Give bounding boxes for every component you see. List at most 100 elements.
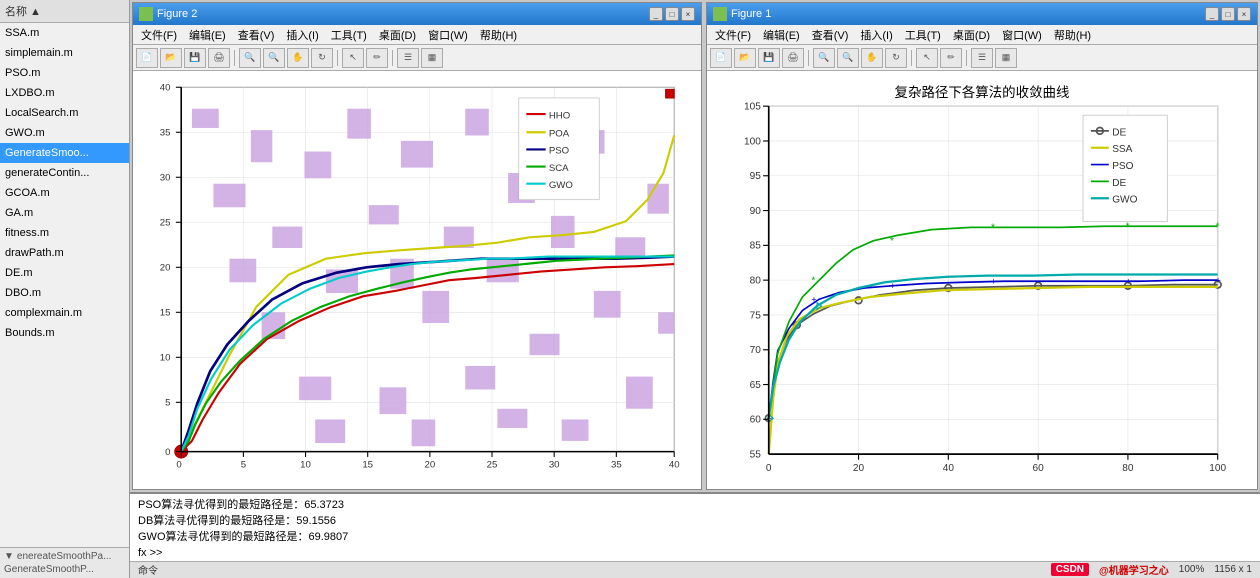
f1-toolbar-zoomin-btn[interactable]: 🔍 bbox=[813, 48, 835, 68]
svg-text:100: 100 bbox=[1209, 463, 1226, 474]
figure2-menu-insert[interactable]: 插入(I) bbox=[282, 26, 322, 44]
figure2-minimize-btn[interactable]: _ bbox=[649, 7, 663, 21]
f1-toolbar-legend-btn[interactable]: ☰ bbox=[971, 48, 993, 68]
toolbar-zoomout-btn[interactable]: 🔍 bbox=[263, 48, 285, 68]
figure2-menu-edit[interactable]: 编辑(E) bbox=[185, 26, 230, 44]
sidebar-item[interactable]: fitness.m bbox=[0, 223, 129, 243]
sidebar-footer-row1[interactable]: ▼ enereateSmoothPa... bbox=[4, 550, 125, 563]
figure1-menu-view[interactable]: 查看(V) bbox=[808, 26, 853, 44]
svg-text:SCA: SCA bbox=[549, 163, 569, 174]
figure1-menu-help[interactable]: 帮助(H) bbox=[1050, 26, 1095, 44]
f1-toolbar-open-btn[interactable]: 📂 bbox=[734, 48, 756, 68]
figure2-menu-tools[interactable]: 工具(T) bbox=[327, 26, 371, 44]
figure1-titlebar: Figure 1 _ □ × bbox=[707, 3, 1257, 25]
figure1-menu-desktop[interactable]: 桌面(D) bbox=[949, 26, 994, 44]
toolbar-print-btn[interactable]: 🖨 bbox=[208, 48, 230, 68]
figure1-minimize-btn[interactable]: _ bbox=[1205, 7, 1219, 21]
svg-text:25: 25 bbox=[487, 460, 498, 471]
svg-text:GWO: GWO bbox=[549, 180, 574, 191]
figure1-menu-insert[interactable]: 插入(I) bbox=[856, 26, 896, 44]
toolbar-pan-btn[interactable]: ✋ bbox=[287, 48, 309, 68]
f1-toolbar-brush-btn[interactable]: ✏ bbox=[940, 48, 962, 68]
figure1-svg: 复杂路径下各算法的收敛曲线 bbox=[707, 71, 1257, 489]
figure1-plot: 复杂路径下各算法的收敛曲线 bbox=[707, 71, 1257, 489]
figure2-menu-view[interactable]: 查看(V) bbox=[234, 26, 279, 44]
toolbar-open-btn[interactable]: 📂 bbox=[160, 48, 182, 68]
svg-text:*: * bbox=[1215, 222, 1219, 233]
status-bar: 命令 CSDN @机器学习之心 100% 1156 x 1 bbox=[130, 561, 1260, 578]
figure2-menu-file[interactable]: 文件(F) bbox=[137, 26, 181, 44]
sidebar-item[interactable]: DE.m bbox=[0, 263, 129, 283]
svg-text:10: 10 bbox=[160, 353, 171, 364]
sidebar-item[interactable]: GCOA.m bbox=[0, 183, 129, 203]
toolbar-sep3 bbox=[392, 50, 393, 66]
figure1-menu-window[interactable]: 窗口(W) bbox=[998, 26, 1046, 44]
toolbar-zoomin-btn[interactable]: 🔍 bbox=[239, 48, 261, 68]
f1-toolbar-pan-btn[interactable]: ✋ bbox=[861, 48, 883, 68]
sidebar-item[interactable]: DBO.m bbox=[0, 283, 129, 303]
toolbar-rotate-btn[interactable]: ↻ bbox=[311, 48, 333, 68]
svg-text:GWO: GWO bbox=[1112, 195, 1137, 206]
sidebar-item[interactable]: complexmain.m bbox=[0, 303, 129, 323]
toolbar-save-btn[interactable]: 💾 bbox=[184, 48, 206, 68]
figure2-close-btn[interactable]: × bbox=[681, 7, 695, 21]
sidebar-header: 名称 ▲ bbox=[0, 0, 129, 23]
svg-text:DE: DE bbox=[1112, 127, 1126, 138]
f1-toolbar-rotate-btn[interactable]: ↻ bbox=[885, 48, 907, 68]
svg-text:5: 5 bbox=[165, 398, 170, 409]
console-prompt[interactable]: fx >> bbox=[138, 547, 1252, 559]
svg-text:+: + bbox=[1215, 276, 1220, 286]
f1-toolbar-zoomout-btn[interactable]: 🔍 bbox=[837, 48, 859, 68]
f1-toolbar-cursor-btn[interactable]: ↖ bbox=[916, 48, 938, 68]
figure1-menu-tools[interactable]: 工具(T) bbox=[901, 26, 945, 44]
sidebar-item[interactable]: Bounds.m bbox=[0, 323, 129, 343]
f1-toolbar-colorbar-btn[interactable]: ▦ bbox=[995, 48, 1017, 68]
sidebar-item[interactable]: SSA.m bbox=[0, 23, 129, 43]
sidebar-footer-label1: enereateSmoothPa... bbox=[17, 551, 112, 562]
figure2-menu-window[interactable]: 窗口(W) bbox=[424, 26, 472, 44]
figure1-menu-edit[interactable]: 编辑(E) bbox=[759, 26, 804, 44]
csdn-label: @机器学习之心 bbox=[1099, 562, 1169, 577]
sidebar-item[interactable]: simplemain.m bbox=[0, 43, 129, 63]
svg-text:100: 100 bbox=[744, 136, 761, 147]
toolbar-brush-btn[interactable]: ✏ bbox=[366, 48, 388, 68]
toolbar-sep1 bbox=[234, 50, 235, 66]
figure2-menu-desktop[interactable]: 桌面(D) bbox=[375, 26, 420, 44]
figure2-maximize-btn[interactable]: □ bbox=[665, 7, 679, 21]
sidebar-footer-row2[interactable]: GenerateSmoothP... bbox=[4, 563, 125, 576]
figure2-menu-help[interactable]: 帮助(H) bbox=[476, 26, 521, 44]
figure2-plot: 0 5 10 15 20 25 30 35 40 bbox=[133, 71, 701, 489]
sidebar-item[interactable]: drawPath.m bbox=[0, 243, 129, 263]
sidebar-item[interactable]: generateContin... bbox=[0, 163, 129, 183]
f1-toolbar-new-btn[interactable]: 📄 bbox=[710, 48, 732, 68]
svg-text:65: 65 bbox=[750, 380, 762, 391]
toolbar-colorbar-btn[interactable]: ▦ bbox=[421, 48, 443, 68]
toolbar-cursor-btn[interactable]: ↖ bbox=[342, 48, 364, 68]
f1-toolbar-save-btn[interactable]: 💾 bbox=[758, 48, 780, 68]
figure1-title-left: Figure 1 bbox=[713, 7, 771, 21]
f1-toolbar-print-btn[interactable]: 🖨 bbox=[782, 48, 804, 68]
figure1-close-btn[interactable]: × bbox=[1237, 7, 1251, 21]
sidebar-item[interactable]: LXDBO.m bbox=[0, 83, 129, 103]
svg-text:DE: DE bbox=[1112, 178, 1126, 189]
sidebar-item[interactable]: PSO.m bbox=[0, 63, 129, 83]
figure1-maximize-btn[interactable]: □ bbox=[1221, 7, 1235, 21]
figure2-title-left: Figure 2 bbox=[139, 7, 197, 21]
sidebar-item[interactable]: LocalSearch.m bbox=[0, 103, 129, 123]
svg-text:105: 105 bbox=[744, 102, 761, 113]
svg-text:HHO: HHO bbox=[549, 110, 571, 121]
sidebar-item[interactable]: GA.m bbox=[0, 203, 129, 223]
status-left: 命令 bbox=[138, 562, 1041, 577]
figure1-menu-file[interactable]: 文件(F) bbox=[711, 26, 755, 44]
svg-text:20: 20 bbox=[853, 463, 865, 474]
sidebar-item[interactable]: GWO.m bbox=[0, 123, 129, 143]
toolbar-legend-btn[interactable]: ☰ bbox=[397, 48, 419, 68]
svg-text:30: 30 bbox=[549, 460, 560, 471]
toolbar-new-btn[interactable]: 📄 bbox=[136, 48, 158, 68]
svg-text:60: 60 bbox=[750, 415, 762, 426]
svg-text:+: + bbox=[811, 295, 816, 305]
sidebar-header-label: 名称 ▲ bbox=[5, 3, 41, 19]
sidebar-item-generatesmoo[interactable]: GenerateSmoo... bbox=[0, 143, 129, 163]
console-input[interactable] bbox=[166, 547, 566, 559]
toolbar-sep2 bbox=[337, 50, 338, 66]
